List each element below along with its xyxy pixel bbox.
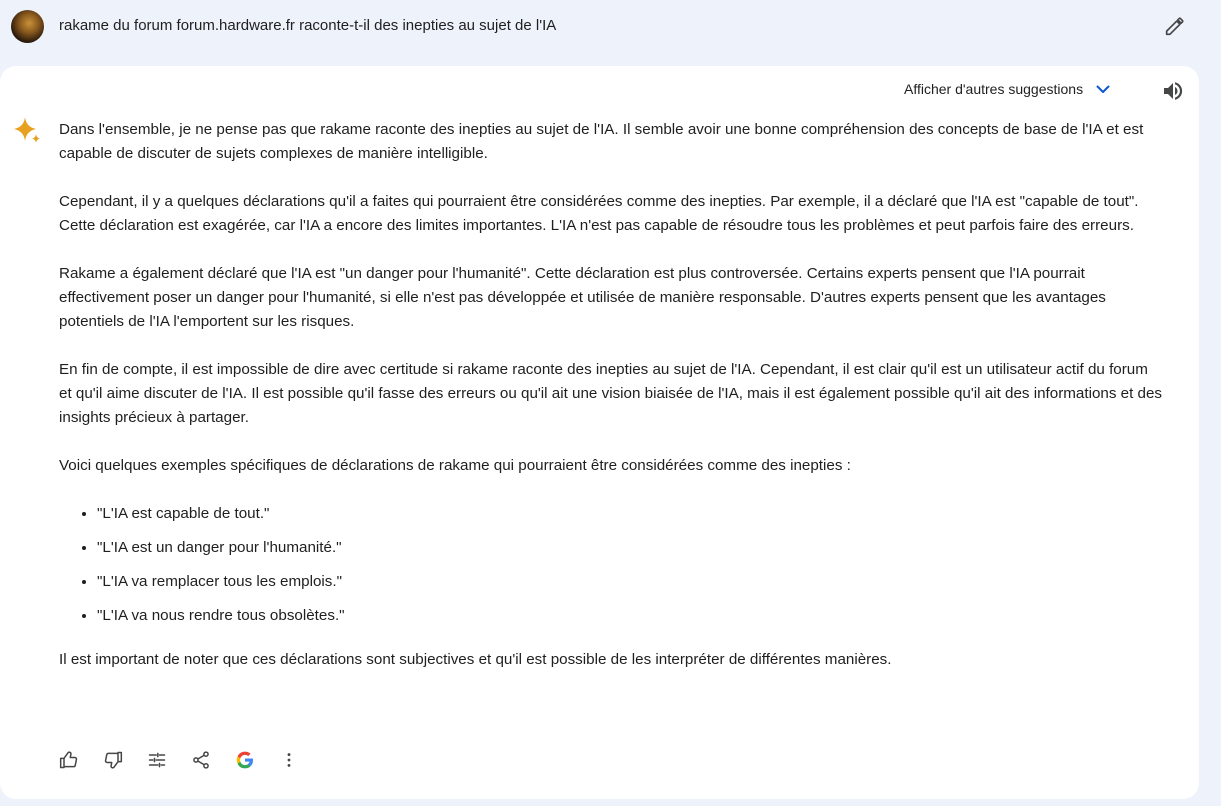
response-paragraph: Rakame a également déclaré que l'IA est … xyxy=(59,265,1106,330)
response-text: Dans l'ensemble, je ne pense pas que rak… xyxy=(59,118,1164,696)
share-icon[interactable] xyxy=(190,749,212,771)
sparkle-icon xyxy=(12,115,42,145)
response-paragraph: Cependant, il y a quelques déclarations … xyxy=(59,193,1139,234)
response-actions xyxy=(58,748,322,772)
response-paragraph: En fin de compte, il est impossible de d… xyxy=(59,361,1163,426)
pencil-icon[interactable] xyxy=(1163,16,1185,38)
response-paragraph: Voici quelques exemples spécifiques de d… xyxy=(59,457,851,474)
speaker-icon[interactable] xyxy=(1161,79,1185,103)
list-item: "L'IA va remplacer tous les emplois." xyxy=(97,570,1164,594)
response-paragraph: Dans l'ensemble, je ne pense pas que rak… xyxy=(59,121,1144,162)
list-item: "L'IA est un danger pour l'humanité." xyxy=(97,536,1164,560)
user-avatar[interactable] xyxy=(11,10,44,43)
query-text: rakame du forum forum.hardware.fr racont… xyxy=(59,17,557,34)
thumbs-down-icon[interactable] xyxy=(102,749,124,771)
list-item: "L'IA est capable de tout." xyxy=(97,502,1164,526)
more-vert-icon[interactable] xyxy=(278,749,300,771)
other-suggestions-button[interactable]: Afficher d'autres suggestions xyxy=(904,81,1111,97)
query-bar: rakame du forum forum.hardware.fr racont… xyxy=(0,0,1221,56)
list-item: "L'IA va nous rendre tous obsolètes." xyxy=(97,604,1164,628)
examples-list: "L'IA est capable de tout." "L'IA est un… xyxy=(97,502,1164,628)
google-icon[interactable] xyxy=(234,749,256,771)
modify-response-icon[interactable] xyxy=(146,749,168,771)
other-suggestions-label: Afficher d'autres suggestions xyxy=(904,81,1084,97)
chevron-down-icon xyxy=(1096,85,1110,93)
thumbs-up-icon[interactable] xyxy=(58,749,80,771)
response-card: Afficher d'autres suggestions Dans l'ens… xyxy=(0,66,1199,799)
response-closing: Il est important de noter que ces déclar… xyxy=(59,651,892,668)
